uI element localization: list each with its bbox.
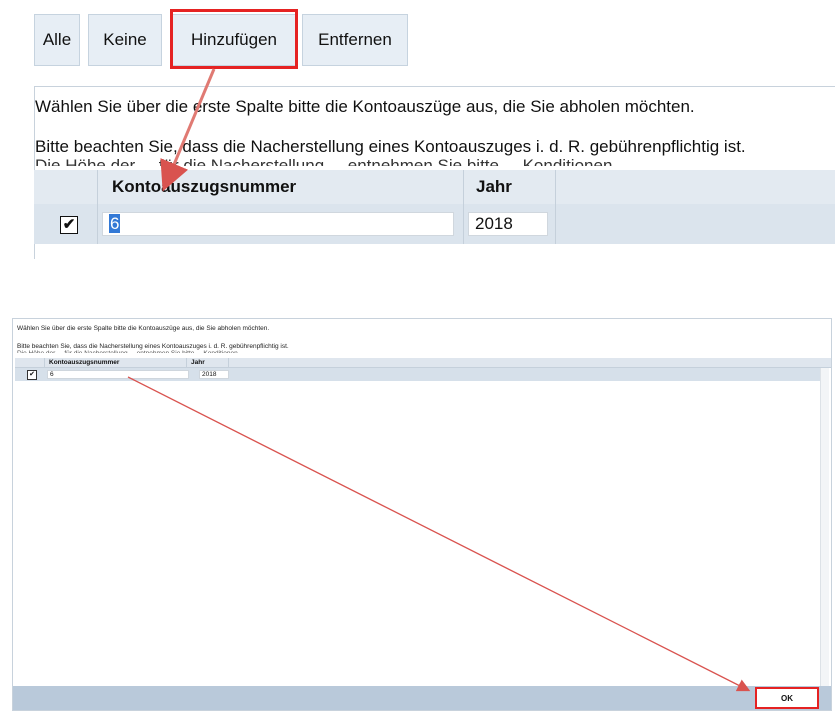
annotation-arrows	[127, 68, 751, 692]
arrow-to-ok-button	[127, 376, 751, 692]
arrow-to-number-field	[160, 68, 216, 192]
